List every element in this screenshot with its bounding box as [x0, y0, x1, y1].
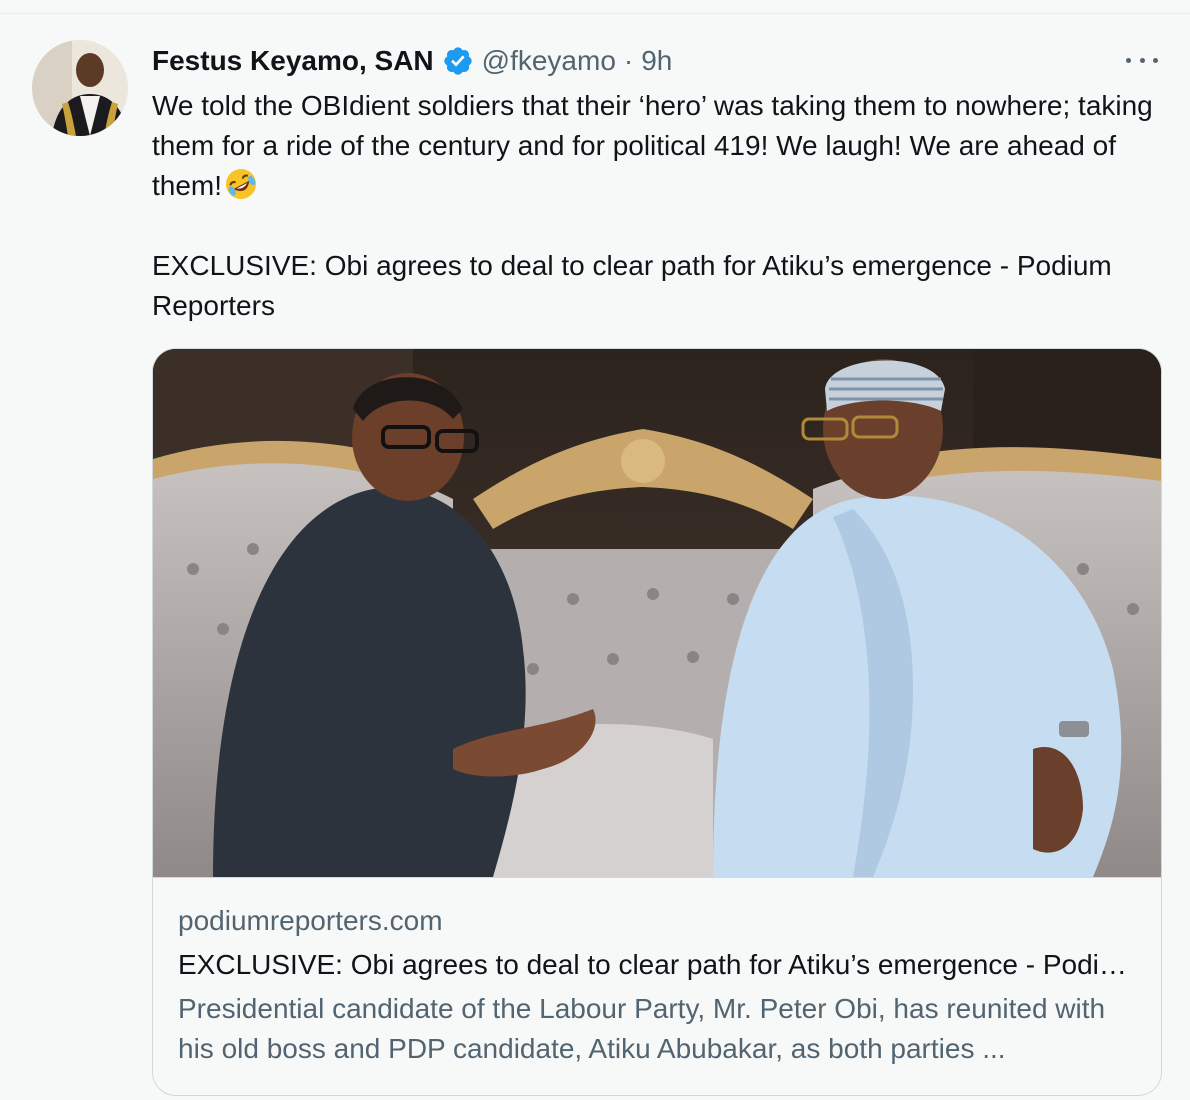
more-options-icon[interactable]	[1126, 46, 1158, 74]
card-body: podiumreporters.com EXCLUSIVE: Obi agree…	[178, 901, 1138, 1069]
tweet-paragraph-1: We told the OBIdient soldiers that their…	[152, 86, 1162, 206]
author-display-name[interactable]: Festus Keyamo, SAN	[152, 45, 434, 77]
more-dot	[1153, 57, 1158, 63]
tweet-card[interactable]: Festus Keyamo, SAN @fkeyamo · 9h We told…	[0, 0, 1190, 1100]
card-description: Presidential candidate of the Labour Par…	[178, 993, 1106, 1064]
avatar-image	[32, 40, 128, 136]
card-domain: podiumreporters.com	[178, 905, 443, 936]
link-preview-card[interactable]: podiumreporters.com EXCLUSIVE: Obi agree…	[152, 348, 1162, 1096]
rolling-on-floor-laughing-emoji-icon	[224, 167, 258, 201]
author-avatar[interactable]	[32, 40, 128, 136]
author-handle[interactable]: @fkeyamo	[482, 45, 616, 77]
more-dot	[1139, 57, 1145, 63]
news-photo[interactable]	[153, 349, 1161, 878]
tweet-timestamp[interactable]: 9h	[641, 45, 672, 77]
tweet-text-line: We told the OBIdient soldiers that their…	[152, 90, 1153, 201]
verified-badge-icon	[442, 45, 474, 77]
tweet-text: We told the OBIdient soldiers that their…	[152, 86, 1162, 326]
card-title[interactable]: EXCLUSIVE: Obi agrees to deal to clear p…	[178, 945, 1138, 989]
header-separator: ·	[623, 45, 634, 76]
news-photo-illustration	[153, 349, 1161, 877]
divider	[0, 13, 1190, 14]
tweet-paragraph-2: EXCLUSIVE: Obi agrees to deal to clear p…	[152, 250, 1112, 321]
more-dot	[1126, 57, 1131, 63]
tweet-header: Festus Keyamo, SAN @fkeyamo · 9h	[152, 42, 672, 80]
